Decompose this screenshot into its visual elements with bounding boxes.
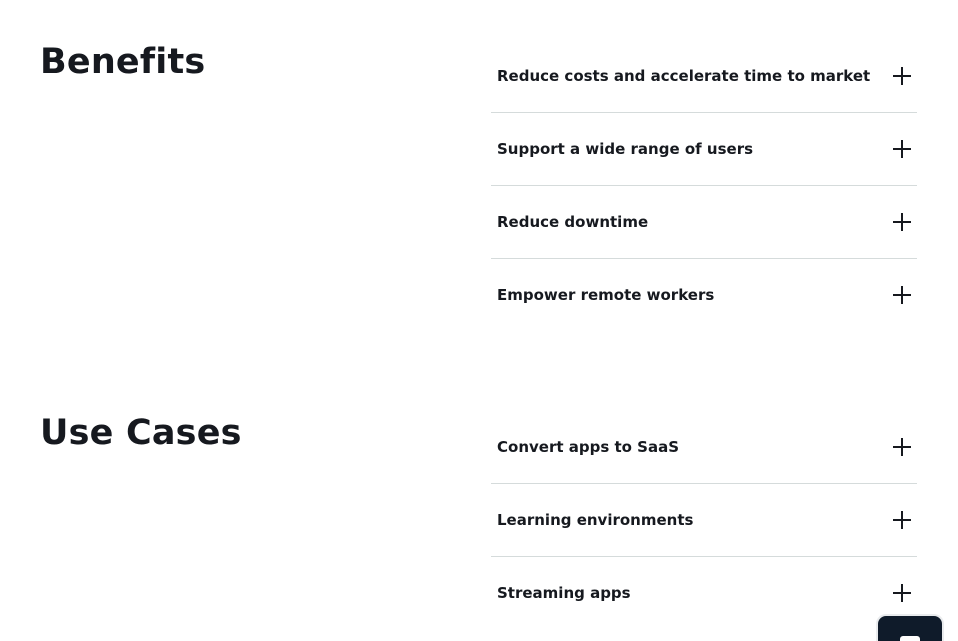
benefit-item-remote-workers[interactable]: Empower remote workers — [491, 259, 917, 332]
plus-icon[interactable] — [893, 67, 911, 85]
accordion-item-label: Support a wide range of users — [497, 140, 754, 158]
benefit-item-reduce-downtime[interactable]: Reduce downtime — [491, 186, 917, 259]
chat-widget-button[interactable] — [878, 616, 942, 641]
plus-icon[interactable] — [893, 584, 911, 602]
use-case-item-streaming[interactable]: Streaming apps — [491, 557, 917, 630]
plus-icon[interactable] — [893, 213, 911, 231]
accordion-item-label: Learning environments — [497, 511, 694, 529]
plus-icon[interactable] — [893, 438, 911, 456]
accordion-item-label: Convert apps to SaaS — [497, 438, 680, 456]
chat-icon — [900, 636, 920, 641]
benefits-accordion: Reduce costs and accelerate time to mark… — [491, 40, 917, 332]
use-case-item-learning[interactable]: Learning environments — [491, 484, 917, 557]
use-cases-accordion: Convert apps to SaaS Learning environmen… — [491, 411, 917, 630]
plus-icon[interactable] — [893, 140, 911, 158]
accordion-item-label: Streaming apps — [497, 584, 631, 602]
accordion-item-label: Reduce costs and accelerate time to mark… — [497, 67, 871, 85]
use-case-item-saas[interactable]: Convert apps to SaaS — [491, 411, 917, 484]
accordion-item-label: Reduce downtime — [497, 213, 649, 231]
accordion-item-label: Empower remote workers — [497, 286, 715, 304]
benefits-title: Benefits — [40, 42, 206, 82]
use-cases-title: Use Cases — [40, 413, 242, 453]
plus-icon[interactable] — [893, 511, 911, 529]
benefit-item-reduce-costs[interactable]: Reduce costs and accelerate time to mark… — [491, 40, 917, 113]
benefit-item-support-users[interactable]: Support a wide range of users — [491, 113, 917, 186]
page: Benefits Reduce costs and accelerate tim… — [0, 0, 958, 641]
plus-icon[interactable] — [893, 286, 911, 304]
